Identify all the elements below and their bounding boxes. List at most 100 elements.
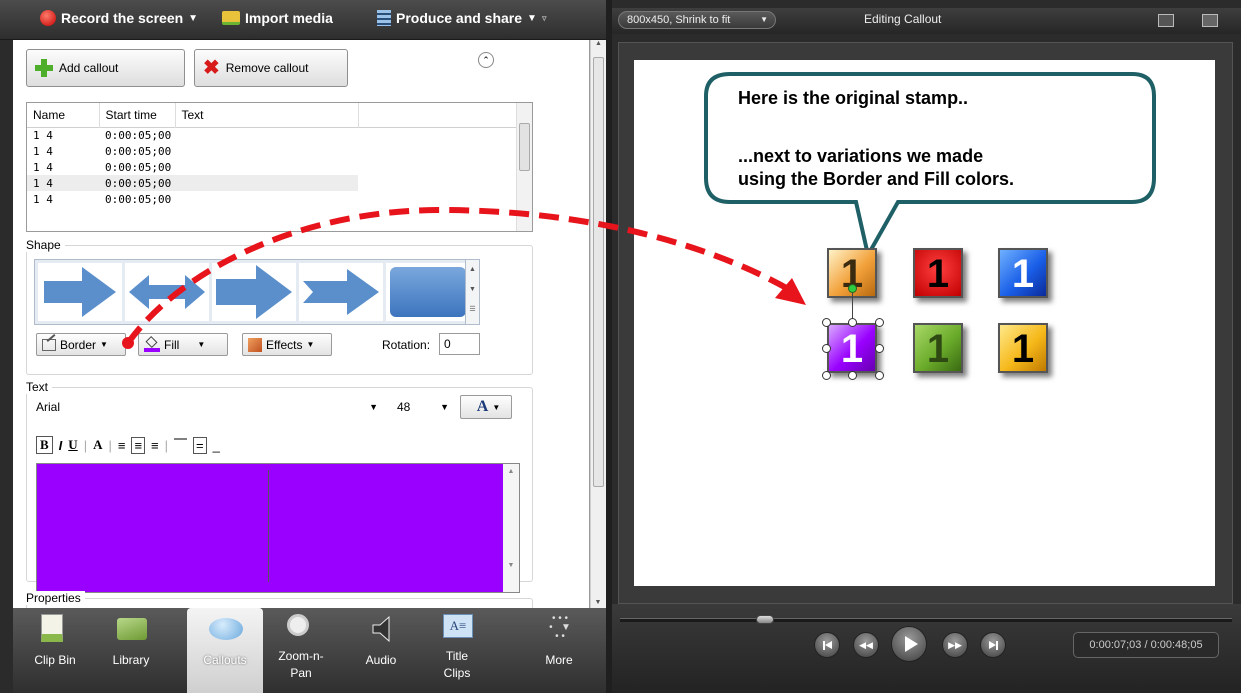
row-text: [175, 191, 358, 207]
red-x-icon: ✖: [203, 57, 220, 79]
produce-share-menu[interactable]: Produce and share ▼ ▿: [377, 10, 546, 26]
font-select[interactable]: Arial ▼: [36, 398, 382, 416]
resize-handle-nw[interactable]: [822, 318, 831, 327]
skip-end-icon[interactable]: [980, 632, 1006, 658]
shape-arrow-block[interactable]: [212, 263, 296, 321]
resize-handle-se[interactable]: [875, 371, 884, 380]
valign-bottom-icon[interactable]: _: [213, 438, 220, 453]
rotate-handle-line: [852, 291, 853, 321]
panel-scrollbar[interactable]: ▲ ▼: [590, 40, 606, 608]
valign-middle-icon[interactable]: =: [193, 436, 207, 454]
tab-zoom-n-pan[interactable]: Zoom-n- Pan: [263, 608, 339, 693]
playhead-thumb[interactable]: [756, 615, 774, 624]
preview-canvas[interactable]: Here is the original stamp.. ...next to …: [634, 60, 1215, 586]
stamp-blue[interactable]: 1: [998, 248, 1048, 298]
scroll-up-icon[interactable]: ▲: [591, 40, 606, 47]
camtasia-window: Record the screen ▼ Import media Produce…: [0, 0, 1241, 693]
align-center-icon[interactable]: ≡: [131, 436, 146, 454]
callout-text-editor[interactable]: ▲ ▼: [36, 463, 520, 593]
resize-handle-ne[interactable]: [875, 318, 884, 327]
clip-bin-icon: [41, 614, 71, 644]
tab-clip-bin[interactable]: Clip Bin: [17, 608, 93, 693]
task-tabs: Clip Bin Library Callouts Zoom-n- Pan Au…: [13, 608, 606, 693]
tab-more[interactable]: • • • • ▼ • • More: [521, 608, 597, 693]
scroll-thumb[interactable]: [593, 57, 604, 487]
resize-handle-w[interactable]: [822, 344, 831, 353]
preview-title-bar: 800x450, Shrink to fit ▼ Editing Callout: [612, 8, 1241, 34]
stamp-label: 1: [926, 252, 950, 296]
skip-start-icon[interactable]: [814, 632, 840, 658]
table-row[interactable]: 1 4 0:00:05;00: [27, 143, 532, 159]
preview-background-strip: [612, 34, 1241, 42]
column-header-text[interactable]: Text: [175, 103, 359, 127]
resize-handle-n[interactable]: [848, 318, 857, 327]
collapse-icon[interactable]: ⌃: [478, 52, 494, 68]
rotation-input[interactable]: 0: [439, 333, 480, 355]
stamp-yellow[interactable]: 1: [998, 323, 1048, 373]
playback-controls: ◀◀ ▶▶ 0:00:07;03 / 0:00:48;05: [612, 604, 1241, 693]
shape-rounded-rect[interactable]: [386, 263, 470, 321]
table-row[interactable]: 1 4 0:00:05;00: [27, 159, 532, 175]
stamp-label: 1: [1011, 327, 1035, 371]
align-left-icon[interactable]: ≡: [118, 438, 126, 453]
stamp-purple-selected[interactable]: 1: [827, 323, 877, 373]
more-dots-icon: • • • • ▼ • •: [549, 613, 571, 642]
remove-callout-button[interactable]: ✖ Remove callout: [194, 49, 348, 87]
shape-gallery-scroll[interactable]: ▲ ▼ ☰: [465, 259, 480, 325]
shape-arrow-right[interactable]: [38, 263, 122, 321]
valign-top-icon[interactable]: ⎺: [174, 437, 187, 453]
preview-size-label: 800x450, Shrink to fit: [627, 14, 731, 26]
shape-arrow-double[interactable]: [125, 263, 209, 321]
list-scrollbar[interactable]: [516, 103, 532, 231]
font-size-value: 48: [397, 400, 411, 414]
table-row[interactable]: 1 4 0:00:05;00: [27, 127, 532, 143]
tab-label-text: Title Clips: [443, 649, 471, 680]
italic-icon[interactable]: I: [59, 438, 63, 453]
play-icon[interactable]: [891, 626, 927, 662]
detach-preview-icon[interactable]: [1202, 14, 1218, 27]
overflow-icon[interactable]: ▿: [542, 13, 547, 24]
underline-icon[interactable]: U: [68, 437, 77, 453]
text-style-icon[interactable]: A: [93, 437, 102, 453]
row-name: 1 4: [33, 176, 53, 190]
tab-audio[interactable]: Audio: [343, 608, 419, 693]
font-color-dropdown[interactable]: A ▼: [460, 395, 512, 419]
table-row-selected[interactable]: 1 4 0:00:05;00: [27, 175, 532, 191]
fill-dropdown[interactable]: Fill ▼: [138, 333, 228, 356]
fast-forward-icon[interactable]: ▶▶: [942, 632, 968, 658]
preview-size-dropdown[interactable]: 800x450, Shrink to fit ▼: [618, 11, 776, 29]
tab-library[interactable]: Library: [93, 608, 169, 693]
border-dropdown[interactable]: Border ▼: [36, 333, 126, 356]
tab-label: Title Clips: [419, 648, 495, 682]
tab-title-clips[interactable]: A≡ Title Clips: [419, 608, 495, 693]
fullscreen-icon[interactable]: [1158, 14, 1174, 27]
resize-handle-e[interactable]: [875, 344, 884, 353]
resize-handle-sw[interactable]: [822, 371, 831, 380]
scroll-down-icon[interactable]: ▼: [591, 599, 605, 606]
tab-callouts-active[interactable]: Callouts: [187, 608, 263, 693]
stamp-red[interactable]: 1: [913, 248, 963, 298]
callouts-list: Name Start time Text 1 4 0:00:05;00 1 4 0:…: [26, 102, 533, 232]
add-callout-button[interactable]: Add callout: [26, 49, 185, 87]
chevron-down-icon: ▼: [369, 402, 378, 412]
tab-label: Zoom-n- Pan: [263, 648, 339, 682]
rewind-icon[interactable]: ◀◀: [853, 632, 879, 658]
column-header-name[interactable]: Name: [27, 103, 100, 127]
chevron-down-icon: ▼: [100, 340, 108, 349]
resize-handle-s[interactable]: [848, 371, 857, 380]
stamp-green[interactable]: 1: [913, 323, 963, 373]
panel-splitter[interactable]: [606, 0, 612, 693]
font-size-select[interactable]: 48 ▼: [397, 398, 449, 416]
record-screen-menu[interactable]: Record the screen ▼: [40, 10, 198, 26]
shape-arrow-notched[interactable]: [299, 263, 383, 321]
timeline-track[interactable]: [620, 618, 1232, 622]
rotate-handle[interactable]: [848, 284, 857, 293]
effects-dropdown[interactable]: Effects ▼: [242, 333, 332, 356]
bold-icon[interactable]: B: [36, 436, 53, 454]
table-row[interactable]: 1 4 0:00:05;00: [27, 191, 532, 207]
import-media-button[interactable]: Import media: [222, 10, 333, 26]
column-header-start-time[interactable]: Start time: [99, 103, 176, 127]
align-right-icon[interactable]: ≡: [151, 438, 159, 453]
record-icon: [40, 10, 56, 26]
editor-scrollbar[interactable]: ▲ ▼: [503, 464, 519, 592]
